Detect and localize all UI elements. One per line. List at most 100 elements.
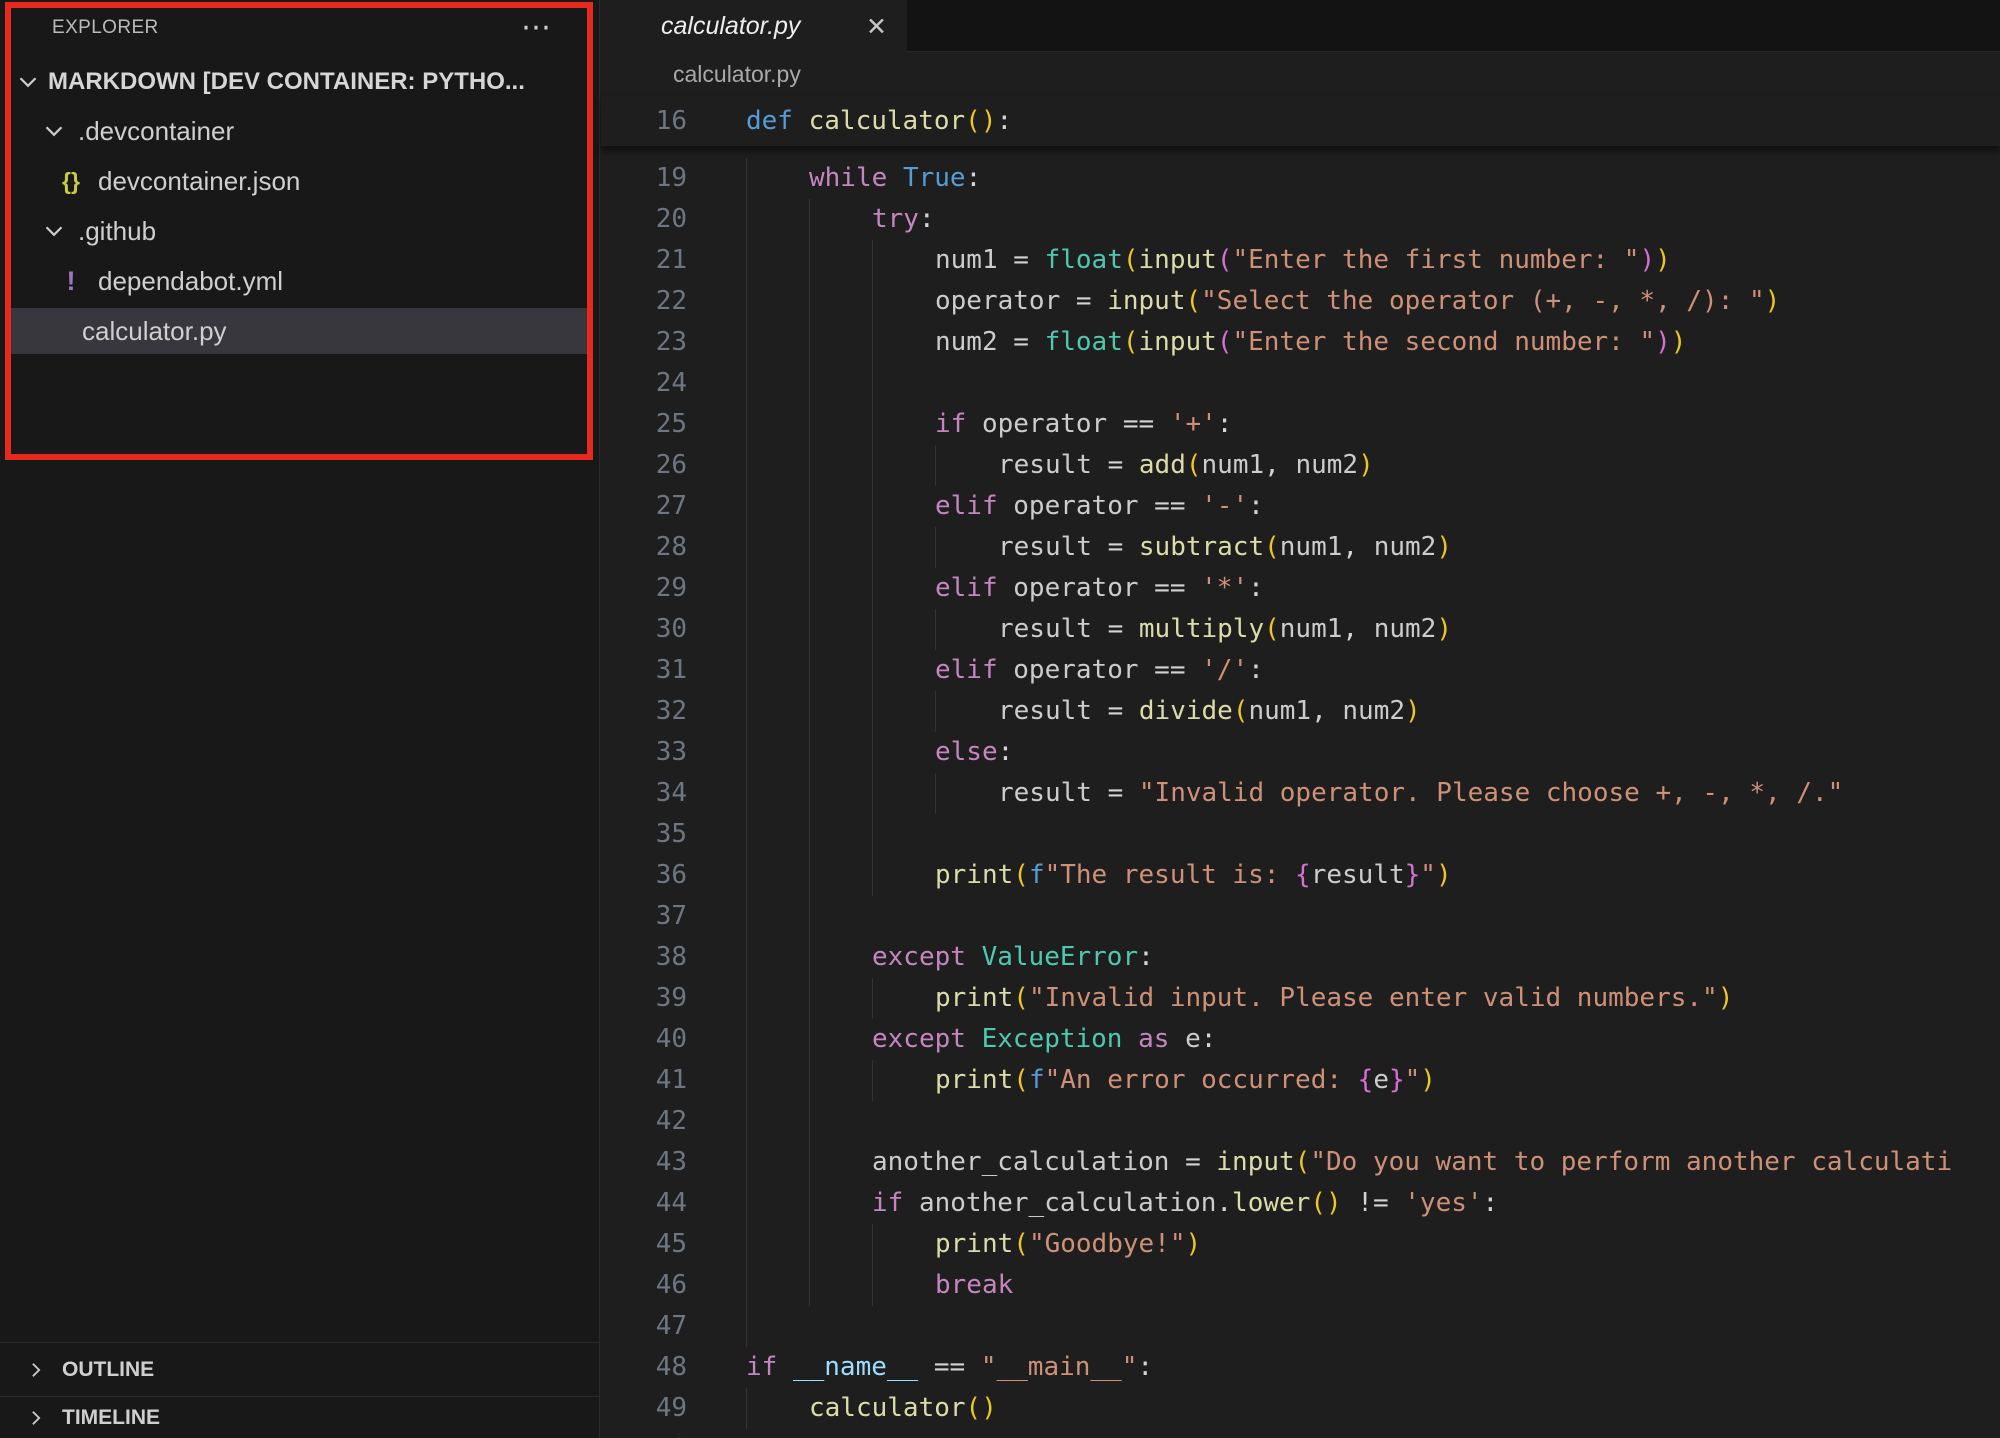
indent-guide [746,1388,747,1429]
code-text: except Exception as e: [872,1019,1216,1060]
indent-guide [872,732,873,773]
indent-guide [746,732,747,773]
indent-guide [746,814,747,855]
tab-calculator-py[interactable]: calculator.py ✕ [601,0,907,53]
line-number: 30 [601,609,687,650]
indent-guide [746,1183,747,1224]
timeline-label: TIMELINE [62,1406,160,1430]
code-text: result = divide(num1, num2) [998,691,1421,732]
line-number: 24 [601,363,687,404]
code-text: if __name__ == "__main__": [746,1347,1153,1388]
line-number: 50 [601,1429,687,1438]
tree-item-label: .devcontainer [78,116,234,147]
indent-guide [809,363,810,404]
indent-guide [746,486,747,527]
chevron-right-icon [26,1360,46,1380]
code-line-30: 30result = multiply(num1, num2) [601,609,2000,650]
timeline-section-header[interactable]: TIMELINE [0,1396,599,1438]
indent-guide [809,281,810,322]
indent-guide [809,1224,810,1265]
indent-guide [935,527,936,568]
workspace-root-row[interactable]: MARKDOWN [DEV CONTAINER: PYTHO... [0,58,599,106]
workspace-name: MARKDOWN [DEV CONTAINER: PYTHO... [48,68,525,96]
outline-label: OUTLINE [62,1358,154,1382]
code-line-32: 32 result = divide(num1, num2) [601,691,2000,732]
line-number: 46 [601,1265,687,1306]
code-text: break [935,1265,1013,1306]
indent-guide [746,240,747,281]
code-text: result = subtract(num1, num2) [998,527,1452,568]
line-number: 29 [601,568,687,609]
code-text: print(f"The result is: {result}") [935,855,1452,896]
code-line-46: 46 break [601,1265,2000,1306]
indent-guide [809,896,810,937]
code-text: num2 = float(input("Enter the second num… [935,322,1686,363]
more-actions-icon[interactable]: ⋯ [521,18,551,38]
line-number: 49 [601,1388,687,1429]
tree-item--devcontainer[interactable]: .devcontainer [0,106,599,156]
code-line-21: 21num1 = float(input("Enter the first nu… [601,240,2000,281]
indent-guide [746,281,747,322]
indent-guide [935,773,936,814]
code-line-20: 20 try: [601,199,2000,240]
indent-guide [809,1101,810,1142]
line-number: 20 [601,199,687,240]
code-line-23: 23num2 = float(input("Enter the second n… [601,322,2000,363]
code-line-24: 24 [601,363,2000,404]
yml-file-icon: ! [56,266,86,297]
python-icon [639,64,661,86]
indent-guide [746,1101,747,1142]
code-line-16: 16def calculator(): [601,96,2000,146]
code-line-40: 40except Exception as e: [601,1019,2000,1060]
sticky-scroll-line[interactable]: 16def calculator(): [601,96,2000,146]
tree-item-calculator-py[interactable]: calculator.py [0,306,599,356]
code-text: elif operator == '/': [935,650,1264,691]
code-text: result = add(num1, num2) [998,445,1374,486]
indent-guide [809,322,810,363]
tree-item-dependabot-yml[interactable]: !dependabot.yml [0,256,599,306]
indent-guide [746,404,747,445]
line-number: 38 [601,937,687,978]
indent-guide [872,814,873,855]
code-line-41: 41print(f"An error occurred: {e}") [601,1060,2000,1101]
line-number: 31 [601,650,687,691]
indent-guide [809,650,810,691]
indent-guide [872,445,873,486]
explorer-title: EXPLORER [52,17,159,39]
code-line-50: 50 [601,1429,2000,1438]
line-number: 21 [601,240,687,281]
code-text: try: [872,199,935,240]
sidebar-sections: OUTLINE TIMELINE [0,1342,599,1438]
breadcrumb-file-label: calculator.py [673,61,801,88]
indent-guide [746,896,747,937]
explorer-header: EXPLORER ⋯ [0,0,599,50]
indent-guide [746,1265,747,1306]
close-icon[interactable]: ✕ [866,12,887,42]
code-view[interactable]: 19while True:20 try:21num1 = float(input(… [601,158,2000,1438]
breadcrumb[interactable]: calculator.py [601,53,2000,96]
line-number: 35 [601,814,687,855]
code-line-48: 48if __name__ == "__main__": [601,1347,2000,1388]
indent-guide [872,650,873,691]
line-number: 28 [601,527,687,568]
indent-guide [746,445,747,486]
tree-item--github[interactable]: .github [0,206,599,256]
line-number: 39 [601,978,687,1019]
tree-item-devcontainer-json[interactable]: {}devcontainer.json [0,156,599,206]
line-number: 37 [601,896,687,937]
code-text: except ValueError: [872,937,1154,978]
code-line-39: 39print("Invalid input. Please enter val… [601,978,2000,1019]
outline-section-header[interactable]: OUTLINE [0,1342,599,1396]
indent-guide [872,691,873,732]
line-number: 36 [601,855,687,896]
indent-guide [746,609,747,650]
code-line-19: 19while True: [601,158,2000,199]
indent-guide [746,937,747,978]
code-line-44: 44if another_calculation.lower() != 'yes… [601,1183,2000,1224]
code-line-22: 22operator = input("Select the operator … [601,281,2000,322]
indent-guide [872,609,873,650]
line-number: 47 [601,1306,687,1347]
indent-guide [872,773,873,814]
code-text: operator = input("Select the operator (+… [935,281,1780,322]
line-number: 32 [601,691,687,732]
